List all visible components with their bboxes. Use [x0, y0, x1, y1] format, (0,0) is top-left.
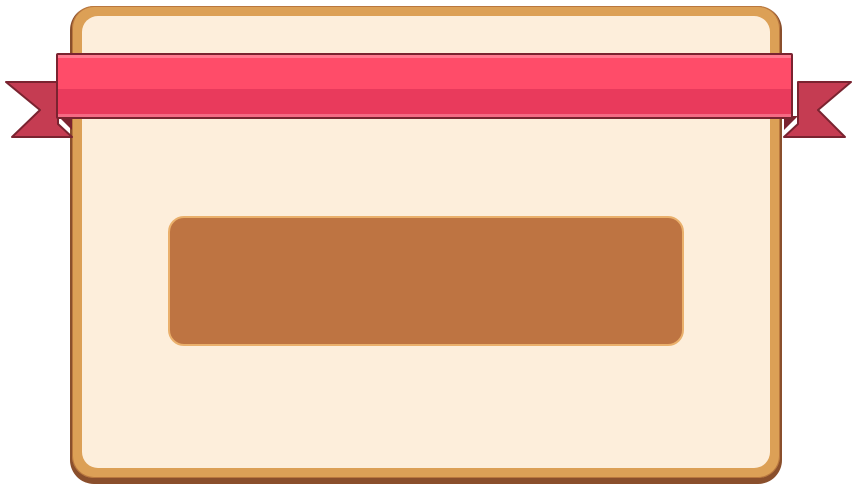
title-ribbon: [5, 53, 852, 138]
ribbon-right-tail: [783, 81, 852, 138]
ribbon-dialog-panel: [0, 0, 857, 490]
